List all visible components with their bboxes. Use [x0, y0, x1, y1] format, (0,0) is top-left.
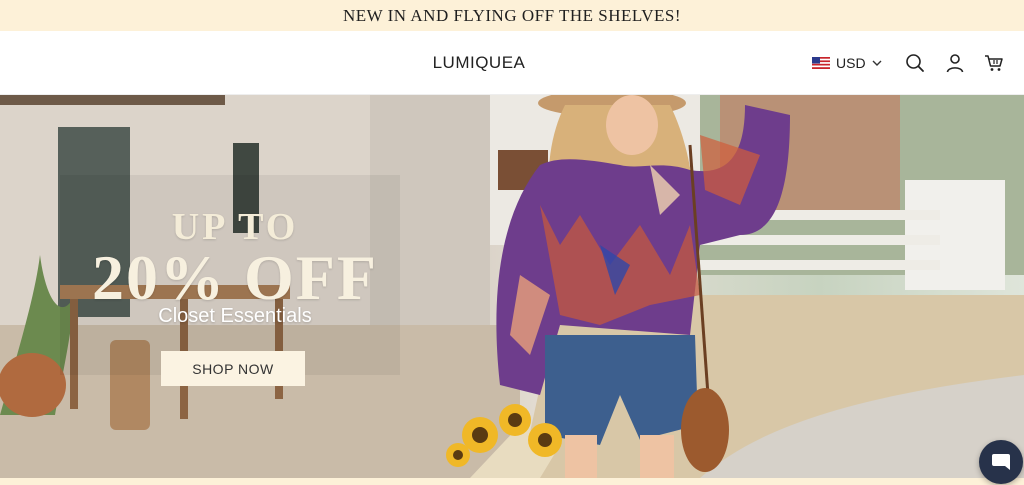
account-button[interactable] [943, 51, 967, 75]
cart-icon [985, 55, 1003, 71]
us-flag-icon [812, 57, 830, 69]
promo-heading-small: UP TO [171, 206, 299, 248]
announcement-bar: NEW IN AND FLYING OFF THE SHELVES! [0, 0, 1024, 31]
bottom-strip [0, 478, 1024, 485]
hero-banner[interactable]: UP TO 20% OFF Closet Essentials SHOP NOW [0, 95, 1024, 478]
cart-button[interactable] [982, 51, 1006, 75]
shop-now-button[interactable]: SHOP NOW [161, 351, 305, 386]
currency-code: USD [836, 55, 866, 71]
chat-button[interactable] [979, 440, 1023, 484]
account-icon [946, 54, 964, 73]
chevron-down-icon [872, 60, 882, 66]
search-button[interactable] [903, 51, 927, 75]
promo-text-block: UP TO 20% OFF Closet Essentials [90, 207, 380, 328]
promo-heading-large: 20% OFF [92, 242, 378, 313]
currency-selector[interactable]: USD [812, 51, 882, 75]
search-icon [906, 54, 924, 72]
site-header: LUMIQUEA USD [0, 31, 1024, 95]
chat-icon [992, 454, 1010, 470]
announcement-text: NEW IN AND FLYING OFF THE SHELVES! [343, 5, 681, 25]
